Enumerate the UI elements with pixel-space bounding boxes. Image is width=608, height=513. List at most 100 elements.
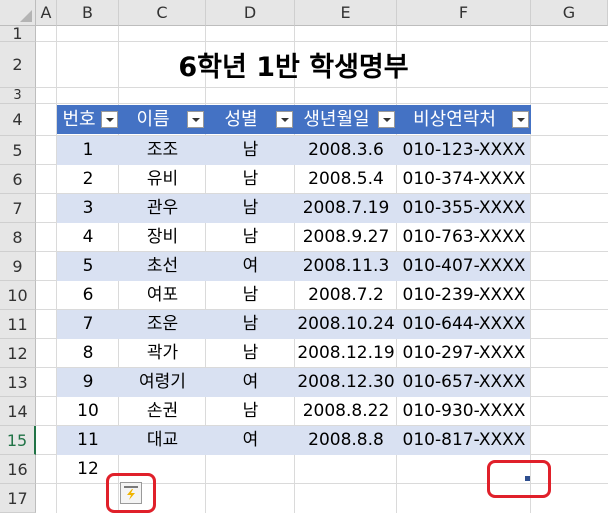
column-header-c[interactable]: C (119, 0, 206, 26)
select-all-corner[interactable] (0, 0, 36, 26)
cell-number[interactable]: 8 (57, 339, 119, 368)
column-header-a[interactable]: A (36, 0, 57, 26)
select-all-icon (20, 10, 32, 22)
cell-number[interactable]: 5 (57, 252, 119, 281)
cell-gender[interactable]: 남 (206, 339, 295, 368)
cell-birthdate[interactable]: 2008.12.30 (295, 368, 397, 397)
cell-number[interactable]: 9 (57, 368, 119, 397)
filter-dropdown-birthdate[interactable] (378, 111, 395, 128)
cell-name[interactable]: 대교 (119, 426, 206, 455)
cell-name[interactable]: 손권 (119, 397, 206, 426)
row-header-5[interactable]: 5 (0, 136, 36, 165)
cell-contact[interactable]: 010-763-XXXX (397, 223, 531, 252)
cell-gender[interactable]: 여 (206, 426, 295, 455)
cell-contact[interactable]: 010-123-XXXX (397, 136, 531, 165)
row-header-14[interactable]: 14 (0, 397, 36, 426)
gridline (36, 41, 608, 42)
cell-contact[interactable]: 010-355-XXXX (397, 194, 531, 223)
filter-dropdown-number[interactable] (101, 111, 118, 128)
cell-birthdate[interactable]: 2008.12.19 (295, 339, 397, 368)
cell-number[interactable]: 2 (57, 165, 119, 194)
row-header-4[interactable]: 4 (0, 104, 36, 136)
row-header-9[interactable]: 9 (0, 252, 36, 281)
cell-name[interactable]: 여령기 (119, 368, 206, 397)
cell-birthdate[interactable]: 2008.3.6 (295, 136, 397, 165)
table-row: 10 손권 남 2008.8.22 010-930-XXXX (57, 397, 530, 426)
row-header-3[interactable]: 3 (0, 88, 36, 104)
column-header-f[interactable]: F (397, 0, 531, 26)
cell-gender[interactable]: 남 (206, 310, 295, 339)
table-row: 5 초선 여 2008.11.3 010-407-XXXX (57, 252, 530, 281)
cell-number[interactable]: 10 (57, 397, 119, 426)
cell-number[interactable]: 6 (57, 281, 119, 310)
cell-gender[interactable]: 남 (206, 165, 295, 194)
cell-name[interactable]: 유비 (119, 165, 206, 194)
row-header-1[interactable]: 1 (0, 24, 36, 43)
row-header-16[interactable]: 16 (0, 455, 36, 484)
cell-name[interactable]: 조조 (119, 136, 206, 165)
resize-handle-icon[interactable] (525, 476, 530, 481)
cell-name[interactable]: 장비 (119, 223, 206, 252)
row-header-2[interactable]: 2 (0, 42, 36, 88)
cell-birthdate[interactable]: 2008.8.8 (295, 426, 397, 455)
row-header-11[interactable]: 11 (0, 310, 36, 339)
column-header-e[interactable]: E (295, 0, 397, 26)
gridline (36, 103, 608, 104)
cell-gender[interactable]: 남 (206, 136, 295, 165)
table-row: 6 여포 남 2008.7.2 010-239-XXXX (57, 281, 530, 310)
cell-birthdate[interactable]: 2008.8.22 (295, 397, 397, 426)
cell-number[interactable]: 3 (57, 194, 119, 223)
row-header-13[interactable]: 13 (0, 368, 36, 397)
filter-dropdown-contact[interactable] (512, 111, 529, 128)
cell-gender[interactable]: 남 (206, 397, 295, 426)
column-header-g[interactable]: G (531, 0, 608, 26)
row-header-17[interactable]: 17 (0, 484, 36, 513)
cell-number[interactable]: 1 (57, 136, 119, 165)
cell-birthdate[interactable]: 2008.9.27 (295, 223, 397, 252)
cell-contact[interactable]: 010-644-XXXX (397, 310, 531, 339)
column-header-d[interactable]: D (206, 0, 295, 26)
filter-dropdown-gender[interactable] (276, 111, 293, 128)
cell-gender[interactable]: 여 (206, 368, 295, 397)
row-header-6[interactable]: 6 (0, 165, 36, 194)
table-row: 8 곽가 남 2008.12.19 010-297-XXXX (57, 339, 530, 368)
cell-gender[interactable]: 여 (206, 252, 295, 281)
cell-gender[interactable]: 남 (206, 194, 295, 223)
cell-number[interactable]: 4 (57, 223, 119, 252)
cell-birthdate[interactable]: 2008.10.24 (295, 310, 397, 339)
cell-name[interactable]: 여포 (119, 281, 206, 310)
table-row: 7 조운 남 2008.10.24 010-644-XXXX (57, 310, 530, 339)
cell-gender[interactable]: 남 (206, 281, 295, 310)
cell-birthdate[interactable]: 2008.11.3 (295, 252, 397, 281)
cell-name[interactable]: 관우 (119, 194, 206, 223)
cell-contact[interactable]: 010-297-XXXX (397, 339, 531, 368)
cell-gender[interactable]: 남 (206, 223, 295, 252)
cell-contact[interactable]: 010-817-XXXX (397, 426, 531, 455)
row-header-15[interactable]: 15 (0, 426, 36, 455)
row-header-8[interactable]: 8 (0, 223, 36, 252)
cell-contact[interactable]: 010-407-XXXX (397, 252, 531, 281)
table-row: 4 장비 남 2008.9.27 010-763-XXXX (57, 223, 530, 252)
spreadsheet: A B C D E F G 1 2 3 4 5 6 7 8 9 10 11 12… (0, 0, 608, 513)
cell-contact[interactable]: 010-657-XXXX (397, 368, 531, 397)
cell-number[interactable]: 11 (57, 426, 119, 455)
cell-birthdate[interactable]: 2008.7.19 (295, 194, 397, 223)
cell-contact[interactable]: 010-374-XXXX (397, 165, 531, 194)
row-header-7[interactable]: 7 (0, 194, 36, 223)
table-row: 3 관우 남 2008.7.19 010-355-XXXX (57, 194, 530, 223)
quick-analysis-button[interactable] (120, 482, 142, 504)
cell-name[interactable]: 곽가 (119, 339, 206, 368)
row-header-10[interactable]: 10 (0, 281, 36, 310)
row-header-12[interactable]: 12 (0, 339, 36, 368)
cell-contact[interactable]: 010-239-XXXX (397, 281, 531, 310)
table-header-row: 번호 이름 성별 생년월일 비상연락처 (57, 105, 531, 134)
cell-birthdate[interactable]: 2008.5.4 (295, 165, 397, 194)
cell-name[interactable]: 조운 (119, 310, 206, 339)
cell-contact[interactable]: 010-930-XXXX (397, 397, 531, 426)
header-cell-number: 번호 (62, 109, 96, 130)
cell-number[interactable]: 7 (57, 310, 119, 339)
cell-name[interactable]: 초선 (119, 252, 206, 281)
column-header-b[interactable]: B (57, 0, 119, 26)
cell-birthdate[interactable]: 2008.7.2 (295, 281, 397, 310)
filter-dropdown-name[interactable] (187, 111, 204, 128)
